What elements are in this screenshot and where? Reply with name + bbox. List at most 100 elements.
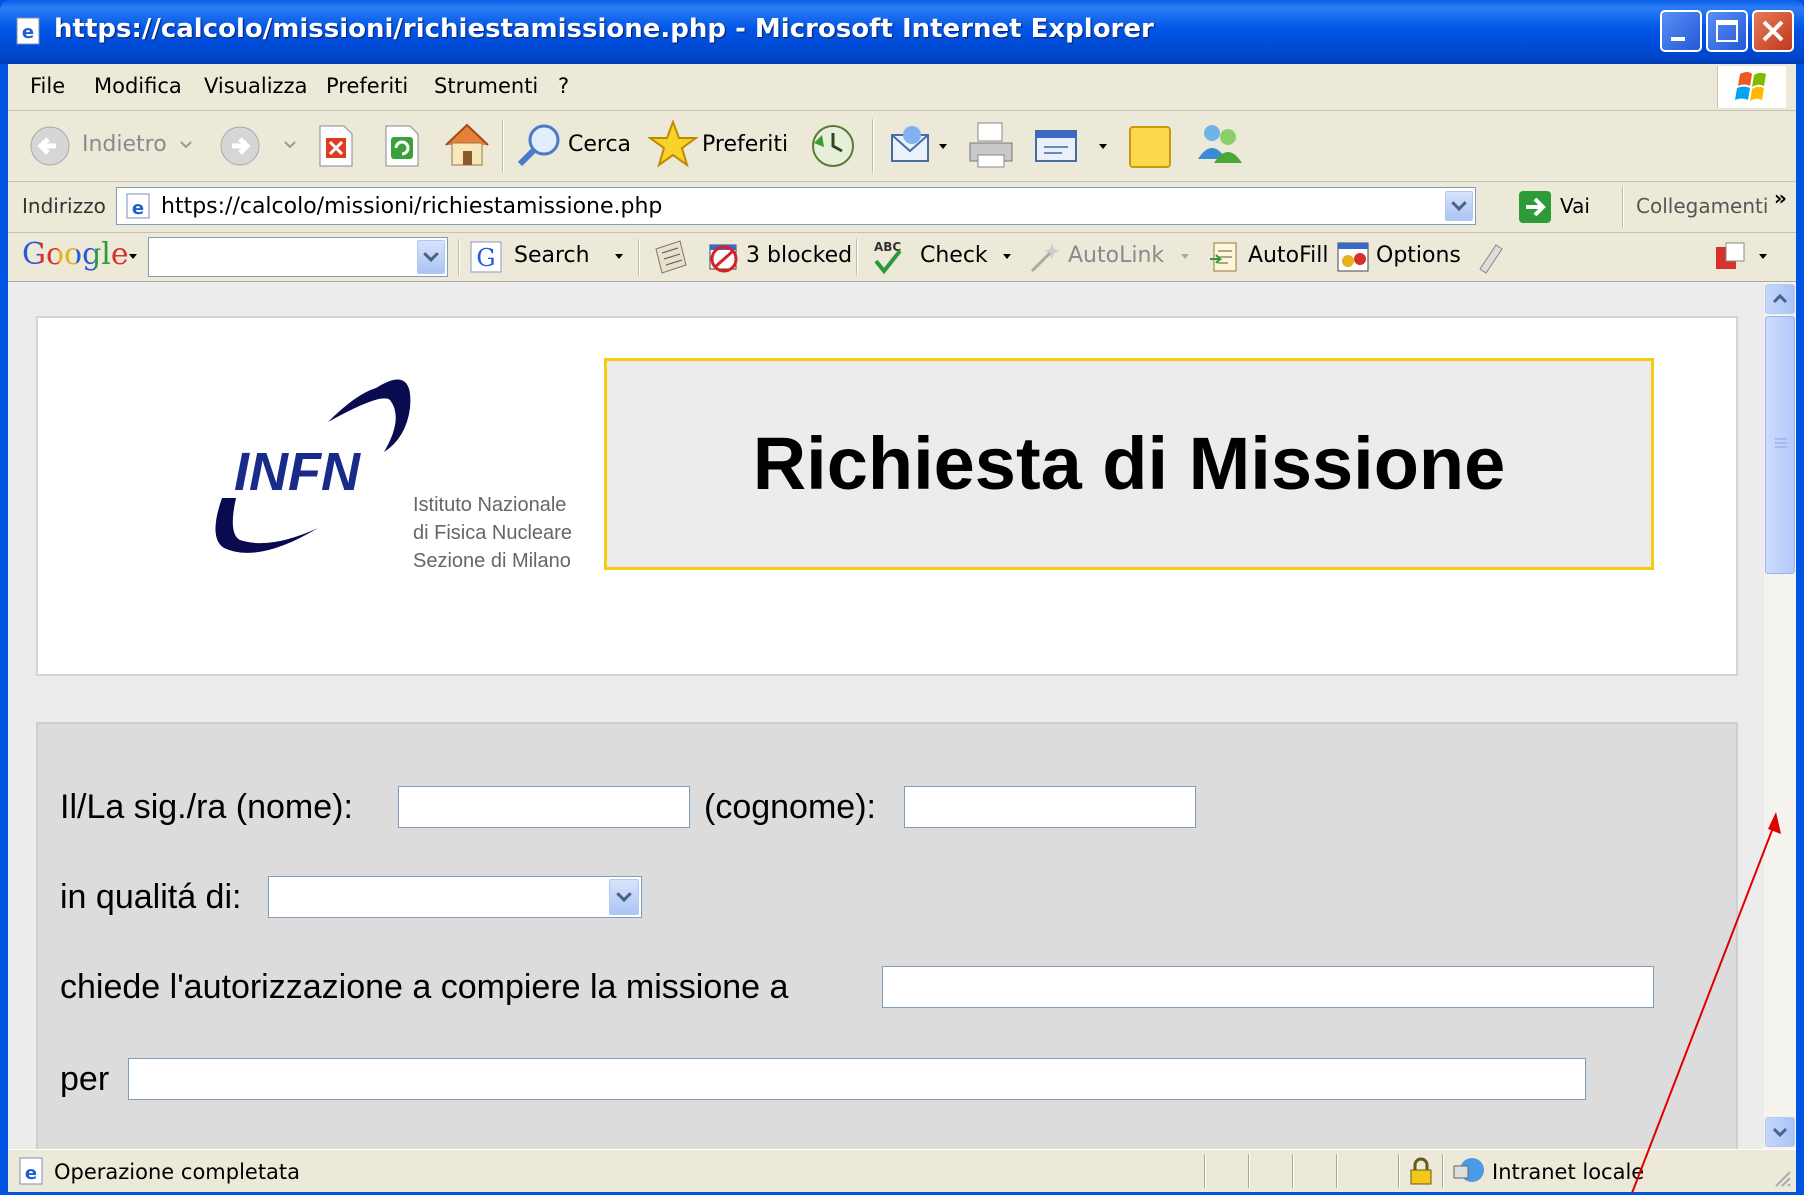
maximize-button[interactable] — [1706, 10, 1748, 52]
mission-request-form: Il/La sig./ra (nome): (cognome): in qual… — [36, 722, 1738, 1149]
scroll-down-button[interactable] — [1765, 1117, 1795, 1147]
chevron-more-icon[interactable]: » — [1774, 186, 1787, 210]
back-arrow-icon[interactable] — [28, 124, 72, 168]
grip-icon — [1775, 438, 1787, 448]
search-label[interactable]: Cerca — [568, 132, 631, 157]
favorites-star-icon[interactable] — [648, 119, 698, 169]
home-icon[interactable] — [442, 121, 492, 169]
menu-modifica[interactable]: Modifica — [94, 74, 182, 98]
surname-label: (cognome): — [704, 788, 876, 826]
google-search-icon[interactable]: G — [470, 241, 502, 273]
menu-file[interactable]: File — [30, 74, 65, 98]
infn-logo: INFN — [215, 379, 411, 553]
destination-label: chiede l'autorizzazione a compiere la mi… — [60, 968, 789, 1006]
standard-toolbar: Indietro Cerca Preferiti — [8, 111, 1796, 182]
svg-text:e: e — [132, 198, 144, 219]
name-input[interactable] — [398, 786, 690, 828]
svg-text:G: G — [476, 244, 495, 272]
purpose-input[interactable] — [128, 1058, 1586, 1100]
google-history-dropdown[interactable] — [417, 240, 445, 274]
purpose-label: per — [60, 1060, 110, 1098]
address-label: Indirizzo — [22, 194, 106, 218]
google-search-input[interactable] — [148, 237, 448, 277]
chevron-down-icon[interactable] — [938, 143, 948, 151]
ie-page-icon: e — [19, 1157, 43, 1185]
org-name-line-2: di Fisica Nucleare — [413, 522, 572, 544]
google-search-label[interactable]: Search — [514, 243, 590, 268]
autolink-label: AutoLink — [1068, 243, 1165, 268]
title-panel: Richiesta di Missione — [604, 358, 1654, 570]
chevron-down-icon[interactable] — [284, 141, 296, 149]
resize-grip-icon[interactable] — [1772, 1168, 1792, 1188]
title-bar[interactable]: e https://calcolo/missioni/richiestamiss… — [0, 0, 1804, 64]
history-icon[interactable] — [808, 121, 858, 171]
search-icon[interactable] — [514, 121, 564, 169]
chevron-down-icon[interactable] — [1758, 253, 1768, 261]
google-toolbar: Google G Search 3 blocked ABC Check Auto… — [8, 233, 1796, 282]
forward-arrow-icon[interactable] — [218, 124, 262, 168]
lock-icon — [1410, 1157, 1432, 1185]
options-icon[interactable] — [1336, 239, 1372, 275]
go-arrow-icon[interactable] — [1518, 190, 1552, 224]
back-label[interactable]: Indietro — [82, 132, 167, 157]
discuss-note-icon[interactable] — [1126, 121, 1174, 171]
favorites-label[interactable]: Preferiti — [702, 132, 788, 157]
chevron-down-icon[interactable] — [128, 253, 138, 261]
scroll-up-button[interactable] — [1765, 284, 1795, 314]
page-header: INFN Istituto Nazionale di Fisica Nuclea… — [36, 316, 1738, 676]
name-label: Il/La sig./ra (nome): — [60, 788, 353, 826]
blocked-count-label[interactable]: 3 blocked — [746, 243, 852, 268]
chevron-up-icon — [1772, 293, 1788, 304]
spell-check-icon[interactable]: ABC — [870, 237, 908, 277]
ie-page-icon: e — [16, 17, 40, 45]
status-text: Operazione completata — [54, 1160, 301, 1184]
url-dropdown-button[interactable] — [1445, 191, 1473, 221]
popup-blocker-icon[interactable] — [706, 239, 742, 275]
windows-logo-icon — [1717, 66, 1786, 108]
menu-help[interactable]: ? — [558, 74, 569, 98]
org-name-line-3: Sezione di Milano — [413, 550, 571, 572]
window-title: https://calcolo/missioni/richiestamissio… — [54, 14, 1154, 44]
autofill-label[interactable]: AutoFill — [1248, 243, 1328, 268]
options-label[interactable]: Options — [1376, 243, 1461, 268]
print-icon[interactable] — [966, 119, 1016, 171]
google-logo[interactable]: Google — [22, 237, 129, 272]
highlighter-icon[interactable] — [1474, 239, 1506, 275]
chevron-down-icon[interactable] — [180, 141, 192, 149]
role-select[interactable] — [268, 876, 642, 918]
chevron-down-icon — [1772, 1127, 1788, 1138]
mail-icon[interactable] — [888, 123, 936, 167]
svg-text:INFN: INFN — [234, 442, 361, 502]
close-button[interactable] — [1752, 10, 1794, 52]
chevron-down-icon[interactable] — [1098, 143, 1108, 151]
url-input[interactable]: e https://calcolo/missioni/richiestamiss… — [116, 187, 1476, 225]
chevron-down-icon — [1181, 254, 1189, 259]
messenger-icon[interactable] — [1192, 119, 1246, 167]
stop-icon[interactable] — [316, 124, 356, 168]
menu-strumenti[interactable]: Strumenti — [434, 74, 538, 98]
ie-page-icon: e — [126, 193, 150, 219]
translate-icon[interactable] — [1712, 239, 1752, 275]
autofill-icon[interactable] — [1208, 239, 1244, 275]
svg-text:e: e — [22, 22, 34, 43]
menu-preferiti[interactable]: Preferiti — [326, 74, 408, 98]
vertical-scrollbar[interactable] — [1764, 282, 1796, 1149]
surname-input[interactable] — [904, 786, 1196, 828]
check-label[interactable]: Check — [920, 243, 988, 268]
news-icon[interactable] — [652, 239, 690, 275]
edit-icon[interactable] — [1032, 125, 1084, 167]
scroll-thumb[interactable] — [1765, 316, 1795, 574]
minimize-button[interactable] — [1660, 10, 1702, 52]
intranet-zone-icon — [1453, 1158, 1484, 1182]
destination-input[interactable] — [882, 966, 1654, 1008]
autolink-wand-icon — [1030, 243, 1060, 273]
refresh-icon[interactable] — [382, 124, 422, 168]
menu-bar: File Modifica Visualizza Preferiti Strum… — [8, 64, 1796, 111]
role-dropdown-button[interactable] — [609, 879, 639, 915]
links-label[interactable]: Collegamenti — [1636, 194, 1768, 218]
svg-text:e: e — [25, 1163, 37, 1184]
chevron-down-icon[interactable] — [614, 253, 624, 261]
menu-visualizza[interactable]: Visualizza — [204, 74, 307, 98]
go-label[interactable]: Vai — [1560, 194, 1590, 218]
chevron-down-icon[interactable] — [1002, 253, 1012, 261]
